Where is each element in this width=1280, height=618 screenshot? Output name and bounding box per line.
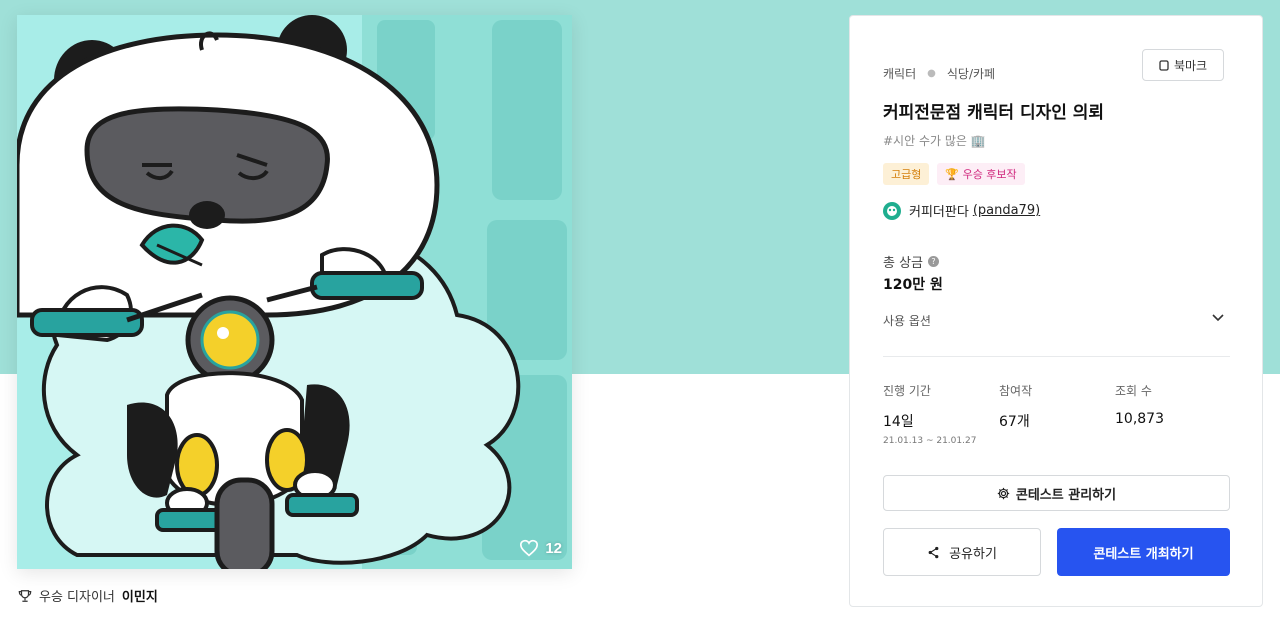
stat-entries: 참여작 67개 (999, 382, 1032, 431)
stat-value: 14일 (883, 414, 914, 430)
like-count: 12 (545, 539, 562, 557)
contest-hashtag[interactable]: #시안 수가 많은 🏢 (883, 132, 986, 149)
divider (883, 356, 1230, 357)
stat-duration: 진행 기간 14일 21.01.13 ~ 21.01.27 (883, 382, 976, 446)
stat-views: 조회 수 10,873 (1115, 382, 1164, 427)
stat-label: 진행 기간 (883, 384, 931, 398)
like-button[interactable]: 12 (519, 539, 562, 557)
host-info[interactable]: 커피더판다 (panda79) (883, 201, 1040, 220)
badge-list: 고급형 🏆 우승 후보작 (883, 163, 1025, 185)
manage-contest-button[interactable]: 콘테스트 관리하기 (883, 475, 1230, 511)
contest-info-panel: 캐릭터 ● 식당/카페 북마크 커피전문점 캐릭터 디자인 의뢰 #시안 수가 … (849, 15, 1263, 607)
heart-icon (520, 539, 539, 557)
contest-artwork[interactable]: 12 (17, 15, 572, 569)
prize-label: 총 상금 ? (883, 252, 940, 271)
winner-label: 우승 디자이너 (39, 590, 115, 605)
breadcrumb-category[interactable]: 캐릭터 (883, 65, 916, 82)
trophy-icon (18, 589, 32, 602)
contest-title: 커피전문점 캐릭터 디자인 의뢰 (883, 103, 1105, 123)
host-id[interactable]: (panda79) (973, 203, 1040, 218)
manage-contest-label: 콘테스트 관리하기 (1015, 487, 1117, 503)
premium-badge: 고급형 (883, 163, 930, 185)
gear-icon (997, 487, 1010, 499)
avatar (883, 201, 901, 220)
bookmark-label: 북마크 (1173, 58, 1208, 73)
host-contest-button[interactable]: 콘테스트 개최하기 (1057, 528, 1230, 576)
stat-label: 조회 수 (1115, 384, 1152, 398)
breadcrumb-subcategory[interactable]: 식당/카페 (947, 65, 995, 82)
stat-label: 참여작 (999, 384, 1033, 398)
winner-caption: 우승 디자이너 이민지 (18, 586, 158, 605)
chevron-down-icon[interactable] (1211, 310, 1225, 324)
breadcrumb: 캐릭터 ● 식당/카페 (883, 65, 995, 82)
help-icon[interactable]: ? (928, 256, 940, 267)
breadcrumb-separator: ● (927, 68, 936, 79)
host-name: 커피더판다 (909, 205, 969, 220)
stat-detail: 21.01.13 ~ 21.01.27 (883, 436, 977, 446)
bookmark-button[interactable]: 북마크 (1142, 49, 1224, 81)
share-button[interactable]: 공유하기 (883, 528, 1041, 576)
winner-candidate-badge: 🏆 우승 후보작 (937, 163, 1025, 185)
stat-value: 67개 (999, 414, 1030, 430)
panda-character-illustration (17, 15, 572, 569)
prize-value: 120만 원 (883, 277, 943, 293)
share-label: 공유하기 (949, 546, 997, 562)
share-icon (928, 546, 939, 558)
panda-avatar-icon (887, 205, 897, 216)
stat-value: 10,873 (1115, 411, 1164, 427)
bookmark-icon (1159, 59, 1169, 71)
winner-name: 이민지 (121, 590, 158, 605)
prize-label-text: 총 상금 (883, 256, 924, 271)
usage-option-label[interactable]: 사용 옵션 (883, 312, 931, 329)
